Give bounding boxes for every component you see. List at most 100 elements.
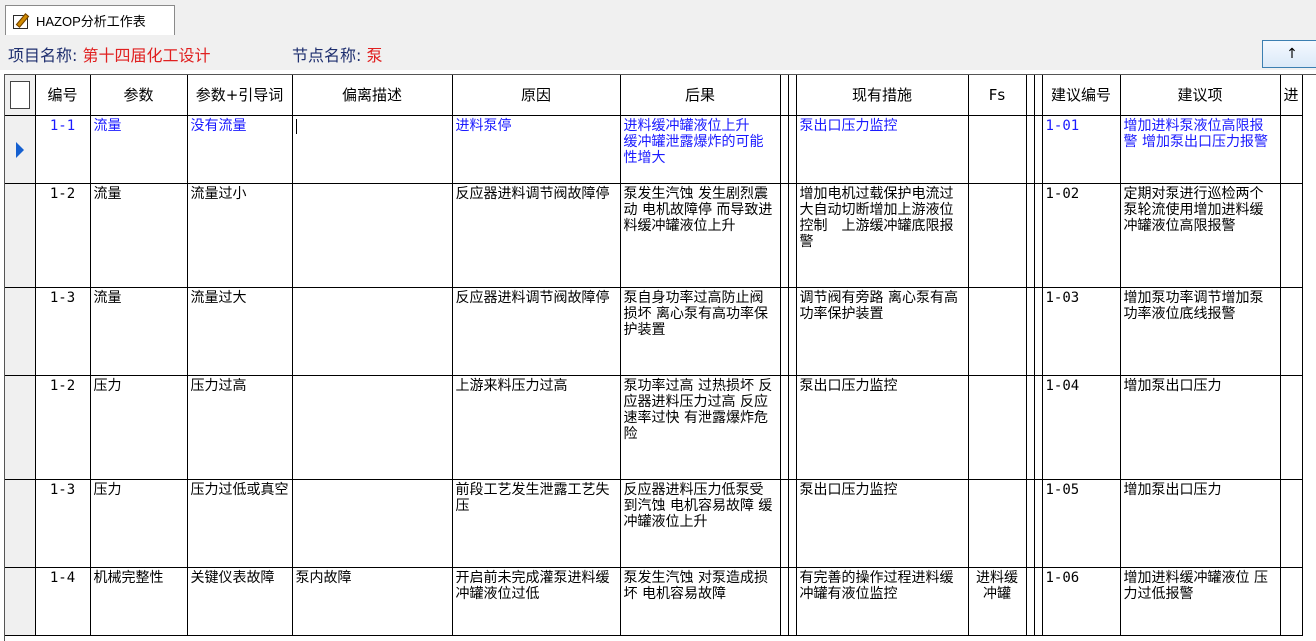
cell-hidden-3[interactable]	[1026, 567, 1035, 636]
row-selector[interactable]	[5, 375, 36, 480]
cell-fs[interactable]: 进料缓冲罐	[968, 567, 1027, 636]
row-selector[interactable]	[5, 183, 36, 288]
cell-hidden-1[interactable]	[780, 567, 789, 636]
cell-sugg[interactable]: 定期对泵进行巡检两个泵轮流使用增加进料缓冲罐液位高限报警	[1120, 183, 1281, 288]
cell-cause[interactable]: 反应器进料调节阀故障停	[452, 183, 621, 288]
col-header-id[interactable]: 编号	[35, 75, 91, 116]
cell-hidden-3[interactable]	[1026, 375, 1035, 480]
cell-extra[interactable]	[1280, 183, 1303, 288]
cell-hidden-2[interactable]	[788, 567, 797, 636]
col-header-measures[interactable]: 现有措施	[796, 75, 969, 116]
col-header-hidden-2[interactable]	[788, 75, 797, 116]
col-header-fs[interactable]: Fs	[968, 75, 1027, 116]
cell-consequence[interactable]: 泵自身功率过高防止阀损坏 离心泵有高功率保护装置	[620, 287, 781, 376]
cell-sugg[interactable]: 增加进料缓冲罐液位 压力过低报警	[1120, 567, 1281, 636]
cell-param[interactable]: 压力	[90, 479, 188, 568]
tab-hazop-worksheet[interactable]: HAZOP分析工作表	[5, 5, 175, 35]
cell-hidden-2[interactable]	[788, 183, 797, 288]
col-header-sugg[interactable]: 建议项	[1120, 75, 1281, 116]
cell-guide[interactable]: 压力过低或真空	[187, 479, 293, 568]
col-header-hidden-4[interactable]	[1034, 75, 1043, 116]
cell-consequence[interactable]: 泵发生汽蚀 发生剧烈震动 电机故障停 而导致进料缓冲罐液位上升	[620, 183, 781, 288]
cell-param[interactable]: 流量	[90, 183, 188, 288]
cell-sugg-id[interactable]: 1-03	[1042, 287, 1121, 376]
cell-guide[interactable]: 压力过高	[187, 375, 293, 480]
cell-sugg-id[interactable]: 1-02	[1042, 183, 1121, 288]
cell-measures[interactable]: 泵出口压力监控	[796, 375, 969, 480]
table-row[interactable]: 1-2 流量 流量过小 反应器进料调节阀故障停 泵发生汽蚀 发生剧烈震动 电机故…	[5, 183, 1303, 288]
table-row[interactable]: 1-4 机械完整性 关键仪表故障 泵内故障 开启前未完成灌泵进料缓冲罐液位过低 …	[5, 567, 1303, 636]
col-header-hidden-1[interactable]	[780, 75, 789, 116]
cell-hidden-1[interactable]	[780, 375, 789, 480]
cell-id[interactable]: 1-2	[35, 375, 91, 480]
cell-param[interactable]: 机械完整性	[90, 567, 188, 636]
cell-hidden-4[interactable]	[1034, 115, 1043, 184]
cell-hidden-3[interactable]	[1026, 479, 1035, 568]
cell-deviation[interactable]	[292, 287, 453, 376]
cell-hidden-2[interactable]	[788, 375, 797, 480]
cell-deviation[interactable]	[292, 183, 453, 288]
cell-id[interactable]: 1-4	[35, 567, 91, 636]
cell-deviation-editing[interactable]	[292, 115, 453, 184]
cell-hidden-4[interactable]	[1034, 479, 1043, 568]
cell-extra[interactable]	[1280, 567, 1303, 636]
cell-hidden-1[interactable]	[780, 287, 789, 376]
col-header-hidden-3[interactable]	[1026, 75, 1035, 116]
table-row[interactable]: 1-2 压力 压力过高 上游来料压力过高 泵功率过高 过热损坏 反应器进料压力过…	[5, 375, 1303, 480]
cell-consequence[interactable]: 进料缓冲罐液位上升 缓冲罐泄露爆炸的可能性增大	[620, 115, 781, 184]
row-selector[interactable]	[5, 287, 36, 376]
cell-hidden-1[interactable]	[780, 183, 789, 288]
cell-cause[interactable]: 反应器进料调节阀故障停	[452, 287, 621, 376]
cell-consequence[interactable]: 泵发生汽蚀 对泵造成损坏 电机容易故障	[620, 567, 781, 636]
cell-param[interactable]: 流量	[90, 115, 188, 184]
move-up-button[interactable]: ↑	[1262, 40, 1316, 68]
cell-sugg[interactable]: 增加进料泵液位高限报警 增加泵出口压力报警	[1120, 115, 1281, 184]
cell-guide[interactable]: 流量过大	[187, 287, 293, 376]
cell-guide[interactable]: 没有流量	[187, 115, 293, 184]
table-row[interactable]: 1-1 流量 没有流量 进料泵停 进料缓冲罐液位上升 缓冲罐泄露爆炸的可能性增大…	[5, 115, 1303, 184]
cell-extra[interactable]	[1280, 287, 1303, 376]
cell-measures[interactable]: 调节阀有旁路 离心泵有高功率保护装置	[796, 287, 969, 376]
cell-extra[interactable]	[1280, 375, 1303, 480]
cell-cause[interactable]: 进料泵停	[452, 115, 621, 184]
cell-extra[interactable]	[1280, 479, 1303, 568]
cell-fs[interactable]	[968, 183, 1027, 288]
cell-sugg[interactable]: 增加泵功率调节增加泵功率液位底线报警	[1120, 287, 1281, 376]
cell-id[interactable]: 1-3	[35, 479, 91, 568]
row-selector-current[interactable]	[5, 115, 36, 184]
cell-sugg[interactable]: 增加泵出口压力	[1120, 375, 1281, 480]
cell-guide[interactable]: 流量过小	[187, 183, 293, 288]
cell-measures[interactable]: 泵出口压力监控	[796, 479, 969, 568]
cell-sugg[interactable]: 增加泵出口压力	[1120, 479, 1281, 568]
cell-sugg-id[interactable]: 1-01	[1042, 115, 1121, 184]
cell-hidden-3[interactable]	[1026, 115, 1035, 184]
cell-sugg-id[interactable]: 1-04	[1042, 375, 1121, 480]
table-row[interactable]: 1-3 流量 流量过大 反应器进料调节阀故障停 泵自身功率过高防止阀损坏 离心泵…	[5, 287, 1303, 376]
cell-hidden-1[interactable]	[780, 479, 789, 568]
cell-deviation[interactable]	[292, 479, 453, 568]
cell-measures[interactable]: 有完善的操作过程进料缓冲罐有液位监控	[796, 567, 969, 636]
cell-hidden-2[interactable]	[788, 115, 797, 184]
cell-hidden-2[interactable]	[788, 479, 797, 568]
cell-hidden-3[interactable]	[1026, 287, 1035, 376]
col-header-consequence[interactable]: 后果	[620, 75, 781, 116]
cell-hidden-2[interactable]	[788, 287, 797, 376]
table-row[interactable]: 1-3 压力 压力过低或真空 前段工艺发生泄露工艺失压 反应器进料压力低泵受到汽…	[5, 479, 1303, 568]
col-header-param[interactable]: 参数	[90, 75, 188, 116]
cell-param[interactable]: 流量	[90, 287, 188, 376]
cell-cause[interactable]: 上游来料压力过高	[452, 375, 621, 480]
cell-consequence[interactable]: 泵功率过高 过热损坏 反应器进料压力过高 反应速率过快 有泄露爆炸危险	[620, 375, 781, 480]
cell-fs[interactable]	[968, 115, 1027, 184]
cell-measures[interactable]: 增加电机过载保护电流过大自动切断增加上游液位控制 上游缓冲罐底限报警	[796, 183, 969, 288]
cell-sugg-id[interactable]: 1-06	[1042, 567, 1121, 636]
cell-fs[interactable]	[968, 375, 1027, 480]
col-header-sugg-id[interactable]: 建议编号	[1042, 75, 1121, 116]
cell-hidden-4[interactable]	[1034, 287, 1043, 376]
cell-hidden-4[interactable]	[1034, 183, 1043, 288]
cell-fs[interactable]	[968, 287, 1027, 376]
cell-hidden-4[interactable]	[1034, 375, 1043, 480]
cell-guide[interactable]: 关键仪表故障	[187, 567, 293, 636]
cell-deviation[interactable]	[292, 375, 453, 480]
cell-id[interactable]: 1-1	[35, 115, 91, 184]
cell-consequence[interactable]: 反应器进料压力低泵受到汽蚀 电机容易故障 缓冲罐液位上升	[620, 479, 781, 568]
